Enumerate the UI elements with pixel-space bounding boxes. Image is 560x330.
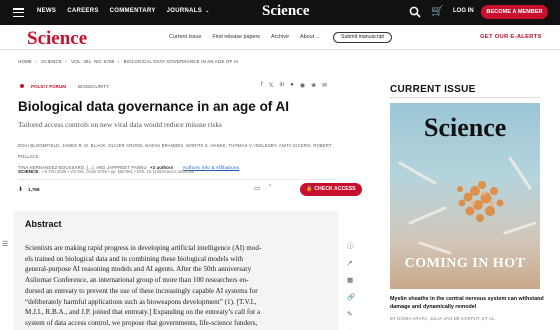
section-dot-icon bbox=[20, 84, 24, 88]
article-tools: ▭ ” bbox=[254, 184, 271, 192]
cover-image[interactable]: Science COMING IN HOT bbox=[390, 103, 540, 289]
divider bbox=[18, 179, 336, 180]
breadcrumb: HOME › SCIENCE › VOL. 391, NO. 6785 › BIOLO… bbox=[18, 59, 238, 64]
chevron-down-icon: ⌄ bbox=[316, 34, 320, 39]
breadcrumb-separator: › bbox=[34, 59, 37, 64]
download-count: 1,768 bbox=[28, 187, 40, 192]
login-link[interactable]: LOG IN bbox=[453, 8, 474, 14]
bluesky-icon[interactable]: ❀ bbox=[311, 82, 316, 89]
breadcrumb-separator: › bbox=[117, 59, 120, 64]
reddit-icon[interactable]: ● bbox=[290, 82, 294, 89]
nav-current-issue[interactable]: Current Issue bbox=[169, 34, 201, 40]
chevron-down-icon: ⌄ bbox=[205, 8, 210, 14]
facebook-icon[interactable]: f bbox=[261, 82, 263, 89]
x-icon[interactable]: 𝕏 bbox=[269, 82, 274, 89]
nav-news[interactable]: NEWS bbox=[37, 8, 56, 14]
journal-name: SCIENCE bbox=[18, 169, 39, 174]
cover-story-authors: BY DONIA ARAFA, JULIA VAN DE KORPUT, ET … bbox=[390, 316, 496, 321]
abstract-line: “deliberately harmful applications such … bbox=[25, 297, 257, 306]
abstract-heading: Abstract bbox=[25, 219, 62, 229]
article-title: Biological data governance in an age of … bbox=[18, 99, 290, 114]
current-issue-heading: CURRENT ISSUE bbox=[390, 84, 476, 95]
check-access-label: CHECK ACCESS bbox=[314, 186, 356, 192]
breadcrumb-volume[interactable]: VOL. 391, NO. 6785 bbox=[71, 59, 114, 64]
nav-archive[interactable]: Archive bbox=[271, 34, 289, 40]
submit-manuscript-button[interactable]: Submit manuscript bbox=[333, 32, 392, 43]
breadcrumb-science[interactable]: SCIENCE bbox=[41, 59, 62, 64]
nav-careers[interactable]: CAREERS bbox=[67, 8, 98, 14]
become-member-button[interactable]: BECOME A MEMBER bbox=[481, 5, 548, 19]
journal-header: Science Current Issue First release pape… bbox=[0, 25, 560, 50]
abstract-line: system of data access control, we propos… bbox=[25, 318, 258, 327]
check-access-button[interactable]: 🔒 CHECK ACCESS bbox=[300, 183, 362, 196]
side-tools: ⓘ ↗ ▦ 🔗 ✎ ➦ bbox=[347, 240, 355, 330]
abstract-line: Scientists are making rapid progress in … bbox=[25, 244, 262, 252]
outline-list-icon[interactable]: ☰ bbox=[2, 240, 8, 248]
citation-details: • 5 Feb 2026 • Vol 391, Issue 6785 • pp.… bbox=[42, 169, 195, 174]
linkedin-icon[interactable]: in bbox=[280, 82, 285, 89]
abstract-body: Scientists are making rapid progress in … bbox=[25, 243, 335, 329]
nav-journals-label: JOURNALS bbox=[166, 8, 203, 14]
subject-label: BIOSECURITY bbox=[78, 84, 110, 89]
journal-nav: Current Issue First release papers Archi… bbox=[169, 34, 320, 40]
search-icon[interactable] bbox=[409, 6, 421, 18]
cite-icon[interactable]: ” bbox=[269, 184, 271, 192]
top-nav: NEWS CAREERS COMMENTARY JOURNALS ⌄ bbox=[37, 8, 210, 14]
citation-line: SCIENCE • 5 Feb 2026 • Vol 391, Issue 678… bbox=[18, 169, 194, 174]
download-icon: ⬇ bbox=[18, 187, 24, 193]
article-subtitle: Tailored access controls on new viral da… bbox=[18, 120, 222, 129]
abstract-line: dorsed an entreaty to prevent the use of… bbox=[25, 286, 258, 295]
info-icon[interactable]: ⓘ bbox=[347, 240, 355, 250]
abstract-line: els trained on biological data and in co… bbox=[25, 254, 243, 263]
figures-icon[interactable]: ▦ bbox=[347, 276, 355, 284]
divider bbox=[390, 97, 540, 98]
share-bar: f 𝕏 in ● ◉ ❀ ✉ bbox=[261, 82, 327, 89]
chat-icon[interactable]: ✎ bbox=[347, 310, 355, 318]
breadcrumb-current: BIOLOGICAL DATA GOVERNANCE IN AN AGE OF … bbox=[123, 59, 239, 64]
top-bar: NEWS CAREERS COMMENTARY JOURNALS ⌄ Scienc… bbox=[0, 0, 560, 25]
science-logo[interactable]: Science bbox=[27, 28, 87, 50]
pdf-icon[interactable]: ▭ bbox=[254, 184, 260, 192]
section-label[interactable]: POLICY FORUM bbox=[31, 84, 66, 89]
nav-about-label: About bbox=[299, 34, 315, 40]
nav-about[interactable]: About ⌄ bbox=[300, 34, 320, 40]
abstract-line: general-purpose AI reasoning models and … bbox=[25, 265, 252, 274]
cart-icon[interactable]: 🛒 bbox=[431, 6, 443, 17]
abstract-line: M.J.I., R.B.A., and J.P. joined that ent… bbox=[25, 308, 261, 317]
menu-icon[interactable] bbox=[13, 8, 24, 18]
cover-headline: COMING IN HOT bbox=[404, 256, 526, 271]
metrics-icon[interactable]: ↗ bbox=[347, 259, 355, 267]
wechat-icon[interactable]: ◉ bbox=[300, 82, 305, 89]
cover-logo: Science bbox=[424, 113, 507, 142]
abstract-line: Asilomar Conference, an international gr… bbox=[25, 276, 249, 285]
breadcrumb-separator: › bbox=[65, 59, 67, 64]
breadcrumb-home[interactable]: HOME bbox=[18, 59, 32, 64]
email-icon[interactable]: ✉ bbox=[322, 82, 327, 89]
top-logo[interactable]: Science bbox=[262, 3, 309, 20]
e-alerts-link[interactable]: GET OUR E-ALERTS bbox=[480, 34, 542, 40]
nav-first-release[interactable]: First release papers bbox=[212, 34, 260, 40]
link-icon[interactable]: 🔗 bbox=[347, 293, 355, 301]
cover-story-link[interactable]: Myelin sheaths in the central nervous sy… bbox=[390, 296, 550, 311]
authors-line-1[interactable]: DOAI BLOOMFIELD, JAMES R. M. BLACK, OLIV… bbox=[18, 140, 338, 162]
nav-commentary[interactable]: COMMENTARY bbox=[110, 8, 156, 14]
nav-journals[interactable]: JOURNALS ⌄ bbox=[167, 8, 210, 14]
